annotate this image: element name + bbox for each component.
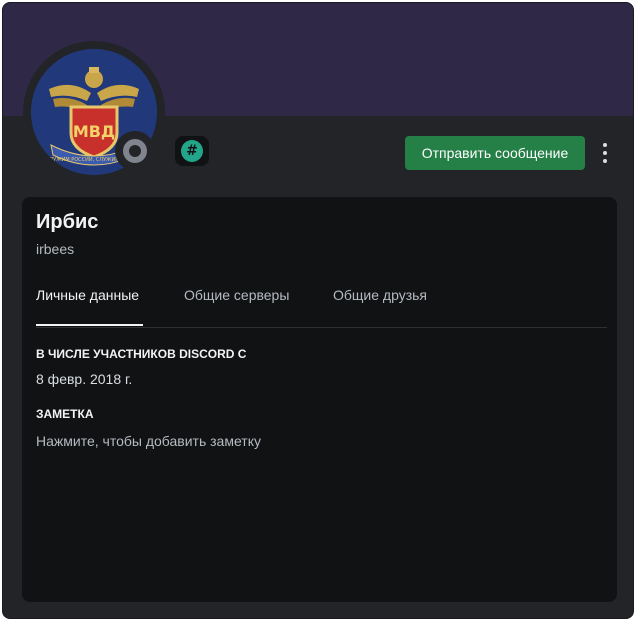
profile-popout: СЛУЖИМ РОССИИ, СЛУЖИМ ЗАКОНУ МВД # Отпра… [2,2,634,619]
avatar-emblem-text: МВД [73,122,115,141]
profile-details-card: Ирбис irbees Личные данные Общие серверы… [22,197,617,602]
tab-mutual-servers[interactable]: Общие серверы [184,287,289,303]
username[interactable]: irbees [36,241,74,257]
offline-status-icon [123,139,147,163]
tab-mutual-friends[interactable]: Общие друзья [333,287,427,303]
vertical-ellipsis-icon[interactable] [595,139,615,167]
status-indicator [115,131,155,171]
profile-badge[interactable]: # [175,136,209,166]
member-since-value: 8 февр. 2018 г. [36,371,133,387]
tab-user-info[interactable]: Личные данные [36,287,139,303]
note-heading: ЗАМЕТКА [36,407,94,421]
send-message-button[interactable]: Отправить сообщение [405,136,585,170]
hashtag-badge-icon: # [181,140,203,162]
active-tab-indicator [36,324,143,326]
display-name: Ирбис [36,211,99,233]
member-since-heading: В ЧИСЛЕ УЧАСТНИКОВ DISCORD С [36,347,247,361]
note-input[interactable] [36,431,436,451]
profile-tabs: Личные данные Общие серверы Общие друзья [36,283,607,328]
